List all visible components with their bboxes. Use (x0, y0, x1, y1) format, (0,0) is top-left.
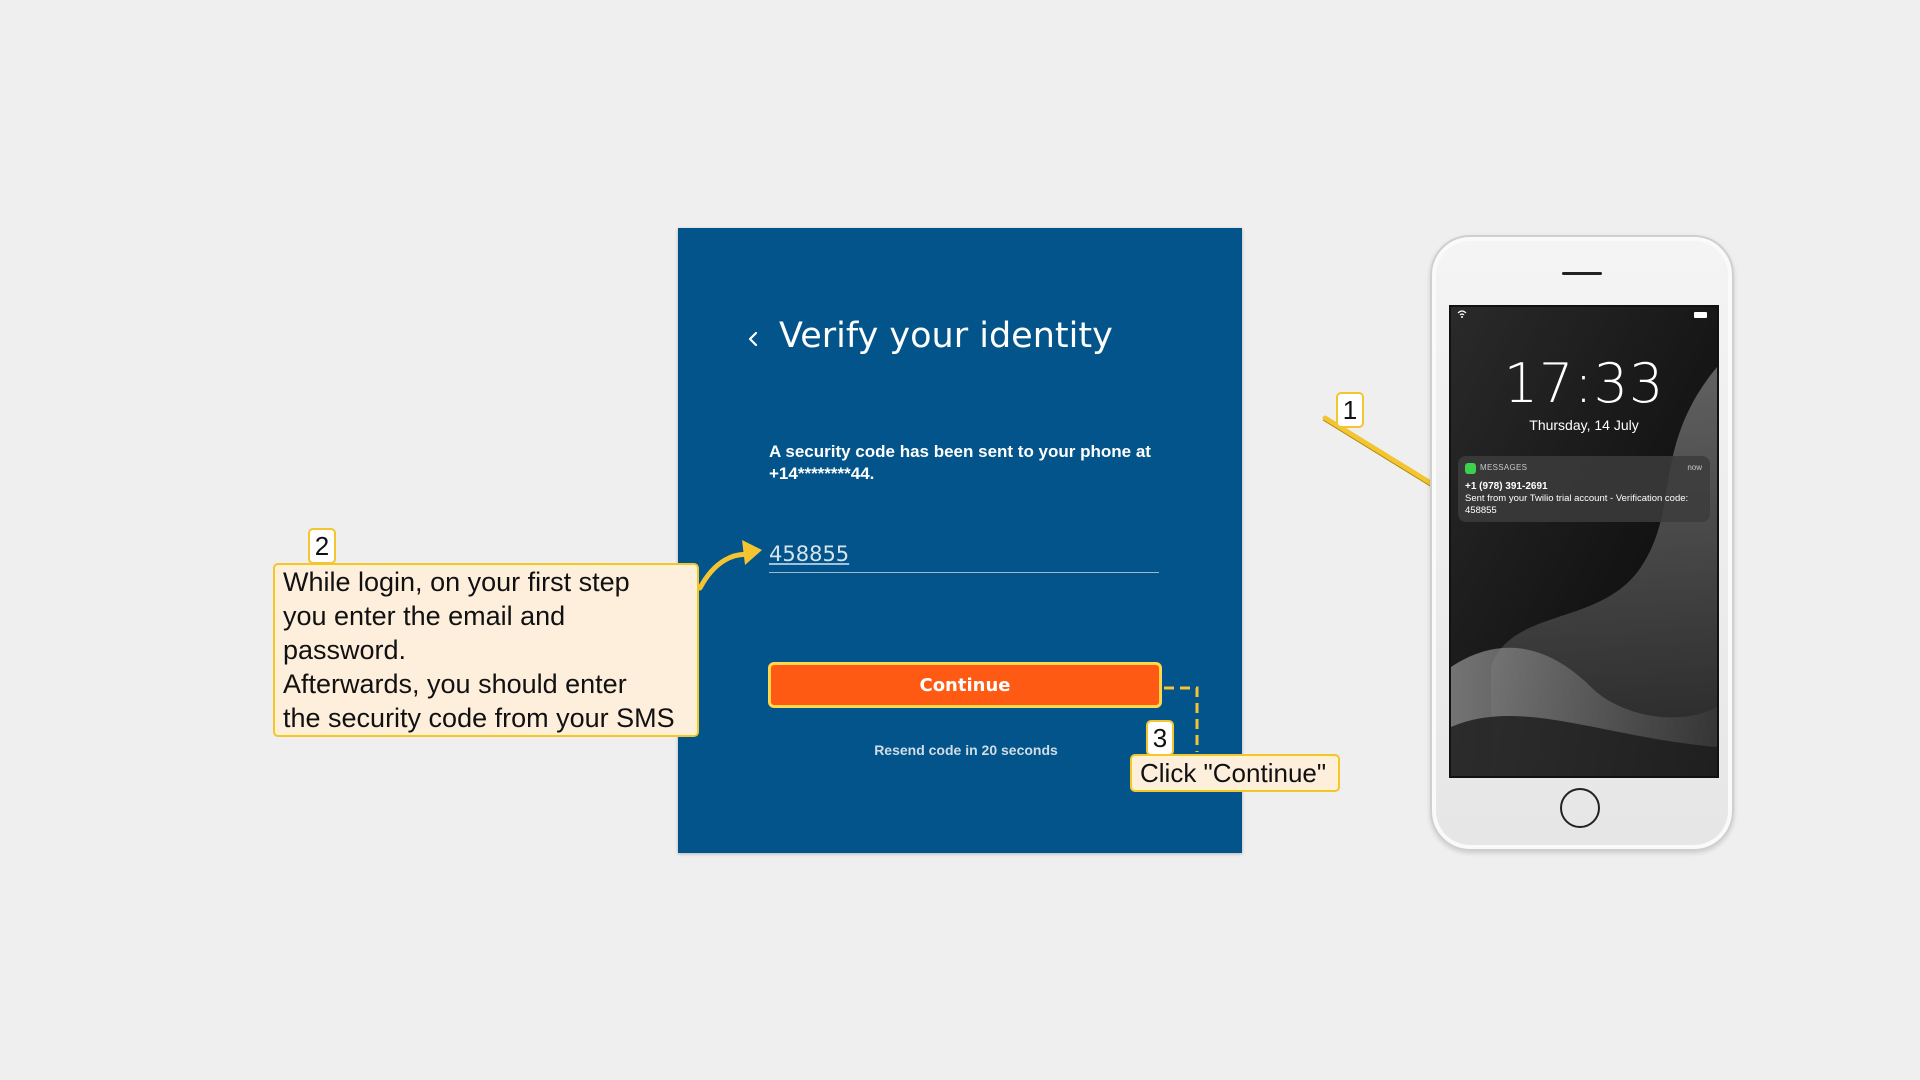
wifi-icon (1457, 310, 1467, 318)
step2-text-line: you enter the email and (283, 601, 566, 631)
sms-notification[interactable]: MESSAGES now +1 (978) 391-2691 Sent from… (1458, 456, 1710, 522)
battery-icon (1694, 312, 1707, 318)
notification-app-name: MESSAGES (1480, 463, 1528, 472)
step1-badge: 1 (1336, 392, 1364, 428)
step2-text-line: While login, on your first step (283, 567, 630, 597)
step3-note: Click "Continue" (1130, 754, 1340, 792)
step2-badge: 2 (308, 528, 336, 564)
step2-text-line: the security code from your SMS (283, 703, 675, 733)
home-button[interactable] (1560, 788, 1600, 828)
phone-speaker (1562, 272, 1602, 275)
step3-badge: 3 (1146, 720, 1174, 756)
notification-time: now (1687, 463, 1702, 472)
lock-screen-date: Thursday, 14 July (1529, 417, 1639, 433)
messages-app-icon (1465, 463, 1476, 474)
screen: Verify your identity A security code has… (0, 0, 1920, 1080)
phone-mockup: 17:33 Thursday, 14 July MESSAGES now +1 … (1430, 235, 1734, 851)
notification-body: Sent from your Twilio trial account - Ve… (1465, 493, 1689, 516)
step2-text-line: password. (283, 635, 407, 665)
lock-screen-time: 17:33 (1503, 352, 1665, 415)
step2-note: While login, on your first step you ente… (273, 563, 699, 737)
notification-sender: +1 (978) 391-2691 (1465, 481, 1548, 492)
step2-arrow (697, 551, 755, 591)
step2-arrowhead (742, 540, 762, 565)
phone-lock-screen: 17:33 Thursday, 14 July MESSAGES now +1 … (1449, 305, 1719, 778)
step2-text-line: Afterwards, you should enter (283, 669, 627, 699)
